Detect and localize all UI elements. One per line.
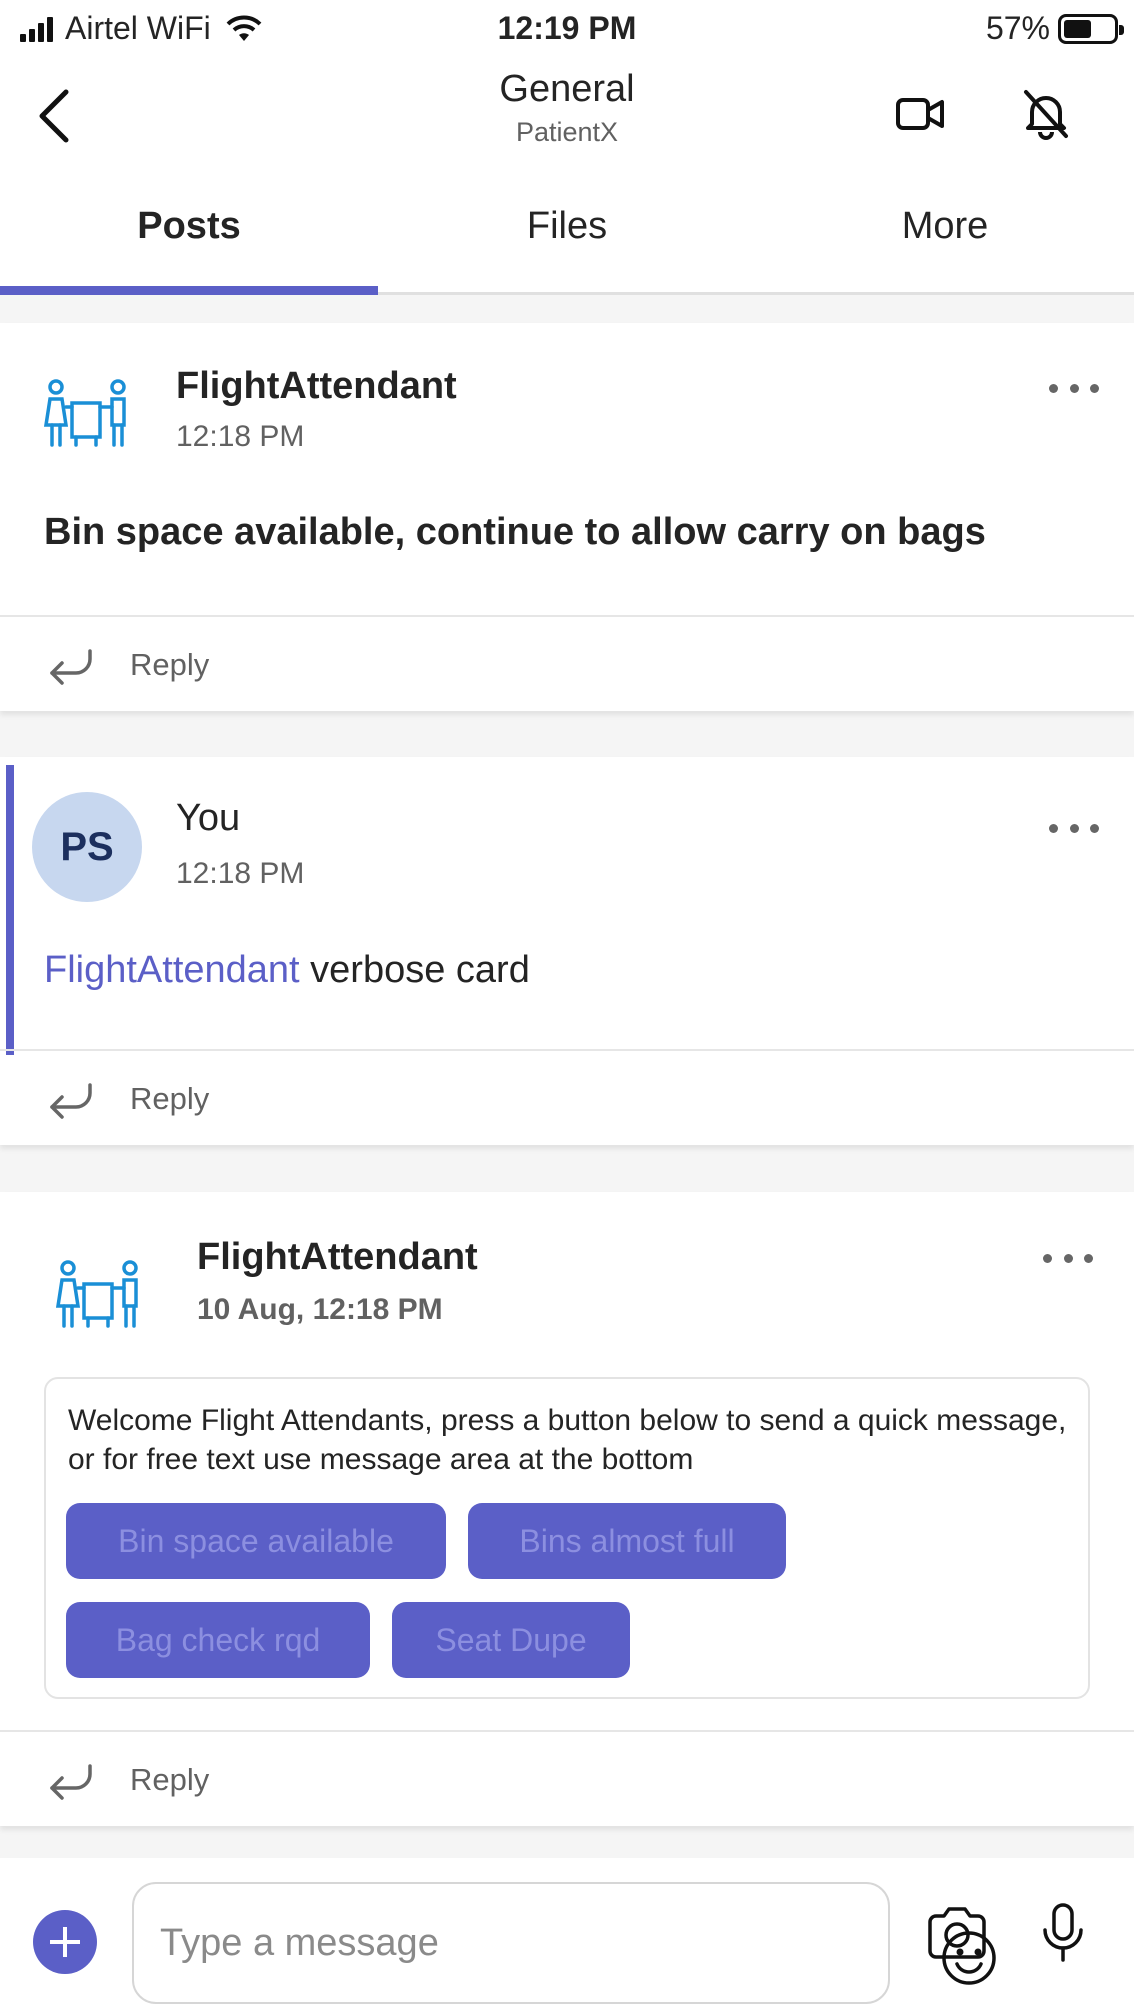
post-author: You	[176, 797, 241, 839]
post-author: FlightAttendant	[197, 1236, 478, 1278]
tab-bar: Posts Files More	[0, 160, 1134, 295]
reply-label: Reply	[130, 1762, 210, 1797]
message-input-box[interactable]	[132, 1882, 996, 2004]
post-message: Bin space available, continue to allow c…	[44, 511, 986, 553]
status-right: 57%	[985, 10, 1124, 47]
reply-icon	[50, 1083, 92, 1119]
bag-check-rqd-button[interactable]: Bag check rqd	[66, 1602, 370, 1678]
battery-icon	[1058, 13, 1124, 44]
more-options-icon[interactable]	[1049, 378, 1099, 398]
header-title-group: General PatientX	[0, 68, 1134, 148]
adaptive-card: Welcome Flight Attendants, press a butto…	[44, 1377, 1090, 1699]
bin-space-available-button[interactable]: Bin space available	[66, 1503, 446, 1579]
flight-attendant-bot-icon	[55, 1260, 138, 1328]
reply-icon	[50, 649, 92, 685]
message-text: verbose card	[310, 949, 530, 991]
bins-almost-full-button[interactable]: Bins almost full	[468, 1503, 786, 1579]
post-message: FlightAttendant verbose card	[44, 949, 530, 992]
post-card: FlightAttendant 10 Aug, 12:18 PM Welcome…	[0, 1192, 1134, 1826]
more-options-icon[interactable]	[1049, 818, 1099, 838]
message-input[interactable]	[160, 1914, 800, 1972]
post-timestamp: 12:18 PM	[176, 857, 305, 890]
tab-more[interactable]: More	[756, 160, 1134, 292]
flight-attendant-bot-icon	[43, 379, 126, 447]
post-author: FlightAttendant	[176, 365, 457, 407]
post-card: PS You 12:18 PM FlightAttendant verbose …	[0, 757, 1134, 1145]
video-call-icon[interactable]	[890, 84, 950, 144]
reply-row[interactable]: Reply	[0, 1730, 1134, 1826]
adaptive-card-text: Welcome Flight Attendants, press a butto…	[68, 1404, 1067, 1476]
status-bar: Airtel WiFi 12:19 PM 57%	[0, 0, 1134, 60]
tab-posts[interactable]: Posts	[0, 160, 378, 295]
more-options-icon[interactable]	[1043, 1248, 1093, 1268]
mention-link[interactable]: FlightAttendant	[44, 949, 300, 991]
compose-bar	[0, 1858, 1134, 2016]
avatar[interactable]: PS	[32, 792, 142, 902]
reply-label: Reply	[130, 647, 210, 682]
post-timestamp: 12:18 PM	[176, 420, 305, 453]
microphone-icon[interactable]	[1040, 1902, 1086, 1964]
team-name: PatientX	[515, 117, 619, 147]
back-icon[interactable]	[28, 84, 88, 144]
post-card: FlightAttendant 12:18 PM Bin space avail…	[0, 323, 1134, 711]
channel-header: General PatientX	[0, 60, 1134, 160]
reply-label: Reply	[130, 1081, 210, 1116]
camera-icon[interactable]	[926, 1906, 988, 1960]
post-body: FlightAttendant 12:18 PM Bin space avail…	[0, 323, 1134, 615]
status-time: 12:19 PM	[497, 10, 637, 46]
post-body: PS You 12:18 PM FlightAttendant verbose …	[0, 757, 1134, 1055]
seat-dupe-button[interactable]: Seat Dupe	[392, 1602, 630, 1678]
own-message-accent	[6, 765, 14, 1055]
post-body: FlightAttendant 10 Aug, 12:18 PM Welcome…	[0, 1192, 1134, 1730]
battery-percent: 57%	[985, 10, 1050, 46]
channel-title: General	[499, 68, 635, 110]
bell-off-icon[interactable]	[1016, 84, 1076, 144]
reply-row[interactable]: Reply	[0, 1049, 1134, 1145]
reply-icon	[50, 1764, 92, 1800]
add-icon[interactable]	[33, 1910, 97, 1974]
tab-files[interactable]: Files	[378, 160, 756, 292]
reply-row[interactable]: Reply	[0, 615, 1134, 711]
post-timestamp: 10 Aug, 12:18 PM	[197, 1293, 443, 1326]
